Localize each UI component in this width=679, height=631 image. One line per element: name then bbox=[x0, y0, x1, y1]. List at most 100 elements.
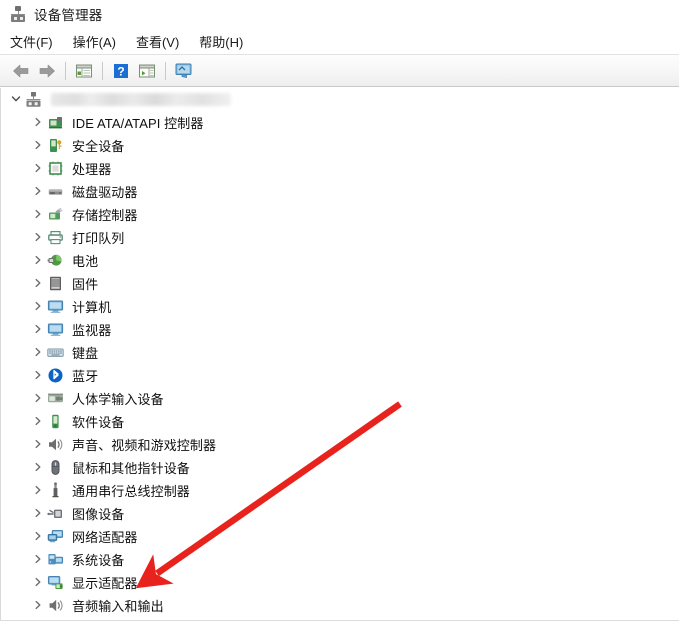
device-category-row[interactable]: 软件设备 bbox=[1, 410, 679, 433]
chevron-right-icon[interactable] bbox=[31, 157, 45, 180]
device-category-row[interactable]: 磁盘驱动器 bbox=[1, 180, 679, 203]
device-category-label: IDE ATA/ATAPI 控制器 bbox=[72, 116, 204, 131]
chevron-right-icon[interactable] bbox=[31, 272, 45, 295]
hid-icon bbox=[47, 390, 65, 408]
status-bar bbox=[0, 620, 679, 631]
device-category-row[interactable]: 系统设备 bbox=[1, 548, 679, 571]
show-hide-console-tree-button[interactable] bbox=[71, 59, 97, 83]
chevron-right-icon[interactable] bbox=[31, 203, 45, 226]
monitor-scan-icon bbox=[175, 63, 192, 78]
scan-for-hardware-changes-button[interactable] bbox=[171, 59, 197, 83]
device-category-label: 显示适配器 bbox=[72, 576, 138, 591]
imaging-device-icon bbox=[47, 505, 65, 523]
device-category-row[interactable]: 计算机 bbox=[1, 295, 679, 318]
menu-file[interactable]: 文件(F) bbox=[10, 32, 53, 51]
device-category-label: 系统设备 bbox=[72, 553, 125, 568]
device-manager-icon bbox=[10, 6, 26, 22]
window-title: 设备管理器 bbox=[34, 8, 103, 23]
device-category-row[interactable]: 网络适配器 bbox=[1, 525, 679, 548]
device-category-label: 蓝牙 bbox=[72, 369, 99, 384]
bluetooth-icon bbox=[47, 367, 65, 385]
toolbar-separator-1 bbox=[65, 61, 66, 80]
device-category-row[interactable]: 声音、视频和游戏控制器 bbox=[1, 433, 679, 456]
device-category-label: 软件设备 bbox=[72, 415, 125, 430]
chevron-right-icon[interactable] bbox=[31, 479, 45, 502]
device-category-row[interactable]: 存储控制器 bbox=[1, 203, 679, 226]
help-button[interactable]: ? bbox=[108, 59, 134, 83]
system-device-icon bbox=[47, 551, 65, 569]
device-category-row[interactable]: 安全设备 bbox=[1, 134, 679, 157]
mouse-icon bbox=[47, 459, 65, 477]
question-mark-icon: ? bbox=[114, 63, 128, 78]
device-category-row[interactable]: 处理器 bbox=[1, 157, 679, 180]
device-category-row[interactable]: 蓝牙 bbox=[1, 364, 679, 387]
computer-root-node[interactable] bbox=[1, 88, 679, 111]
device-category-row[interactable]: 通用串行总线控制器 bbox=[1, 479, 679, 502]
toolbar-separator-2 bbox=[102, 61, 103, 80]
device-category-label: 声音、视频和游戏控制器 bbox=[72, 438, 217, 453]
device-category-row[interactable]: 监视器 bbox=[1, 318, 679, 341]
chevron-right-icon[interactable] bbox=[31, 295, 45, 318]
device-category-label: 安全设备 bbox=[72, 139, 125, 154]
device-category-row[interactable]: 显示适配器 bbox=[1, 571, 679, 594]
device-category-label: 电池 bbox=[72, 254, 99, 269]
computer-name-redacted bbox=[51, 93, 231, 106]
usb-controller-icon bbox=[47, 481, 65, 500]
chevron-right-icon[interactable] bbox=[31, 433, 45, 456]
computer-icon bbox=[47, 298, 65, 316]
chevron-right-icon[interactable] bbox=[31, 571, 45, 594]
monitor-icon bbox=[47, 321, 65, 339]
device-tree[interactable]: IDE ATA/ATAPI 控制器 安全设备处理器磁盘驱动器存储控制器打印队列电池… bbox=[0, 88, 679, 620]
device-category-label: 监视器 bbox=[72, 323, 112, 338]
device-category-row[interactable]: 固件 bbox=[1, 272, 679, 295]
device-category-row[interactable]: 音频输入和输出 bbox=[1, 594, 679, 617]
chevron-right-icon[interactable] bbox=[31, 249, 45, 272]
chevron-right-icon[interactable] bbox=[31, 226, 45, 249]
device-category-row[interactable]: 鼠标和其他指针设备 bbox=[1, 456, 679, 479]
device-category-row[interactable]: 电池 bbox=[1, 249, 679, 272]
chevron-right-icon[interactable] bbox=[31, 134, 45, 157]
device-category-row[interactable]: IDE ATA/ATAPI 控制器 bbox=[1, 111, 679, 134]
chevron-down-icon[interactable] bbox=[9, 88, 23, 111]
device-category-label: 网络适配器 bbox=[72, 530, 138, 545]
display-adapter-icon bbox=[47, 574, 65, 592]
device-category-row[interactable]: 图像设备 bbox=[1, 502, 679, 525]
disk-drive-icon bbox=[47, 183, 65, 201]
menu-bar: 文件(F) 操作(A) 查看(V) 帮助(H) bbox=[0, 28, 679, 55]
chevron-right-icon[interactable] bbox=[31, 594, 45, 617]
chevron-right-icon[interactable] bbox=[31, 111, 45, 134]
back-button[interactable] bbox=[8, 59, 34, 83]
menu-help[interactable]: 帮助(H) bbox=[199, 32, 243, 51]
device-category-row[interactable]: 人体学输入设备 bbox=[1, 387, 679, 410]
chevron-right-icon[interactable] bbox=[31, 548, 45, 571]
menu-view[interactable]: 查看(V) bbox=[136, 32, 179, 51]
device-category-row[interactable]: 键盘 bbox=[1, 341, 679, 364]
device-category-label: 处理器 bbox=[72, 162, 112, 177]
security-device-icon bbox=[47, 137, 65, 155]
computer-root-icon bbox=[25, 91, 43, 109]
chevron-right-icon[interactable] bbox=[31, 525, 45, 548]
chevron-right-icon[interactable] bbox=[31, 364, 45, 387]
chevron-right-icon[interactable] bbox=[31, 180, 45, 203]
properties-icon bbox=[139, 64, 155, 77]
console-tree-icon bbox=[76, 64, 92, 77]
properties-button[interactable] bbox=[134, 59, 160, 83]
device-category-label: 音频输入和输出 bbox=[72, 599, 164, 614]
device-category-row[interactable]: 打印队列 bbox=[1, 226, 679, 249]
forward-button[interactable] bbox=[34, 59, 60, 83]
toolbar: ? bbox=[0, 55, 679, 87]
processor-icon bbox=[47, 160, 65, 178]
device-category-label: 磁盘驱动器 bbox=[72, 185, 138, 200]
device-category-label: 打印队列 bbox=[72, 231, 125, 246]
chevron-right-icon[interactable] bbox=[31, 502, 45, 525]
chevron-right-icon[interactable] bbox=[31, 318, 45, 341]
chevron-right-icon[interactable] bbox=[31, 387, 45, 410]
chevron-right-icon[interactable] bbox=[31, 341, 45, 364]
chevron-right-icon[interactable] bbox=[31, 456, 45, 479]
chevron-right-icon[interactable] bbox=[31, 410, 45, 433]
device-category-list: IDE ATA/ATAPI 控制器 安全设备处理器磁盘驱动器存储控制器打印队列电池… bbox=[1, 111, 679, 617]
menu-action[interactable]: 操作(A) bbox=[73, 32, 116, 51]
firmware-icon bbox=[47, 275, 65, 293]
ide-controller-icon bbox=[47, 114, 65, 132]
device-category-label: 键盘 bbox=[72, 346, 99, 361]
